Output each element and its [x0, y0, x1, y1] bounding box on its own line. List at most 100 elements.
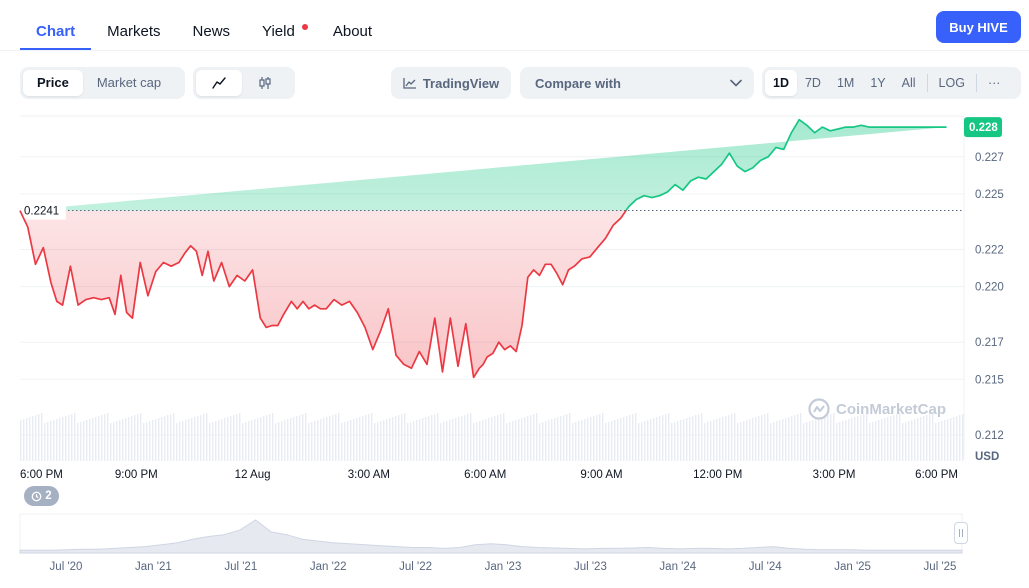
volume-bar: [446, 421, 448, 461]
volume-bar: [803, 423, 805, 461]
volume-bar: [389, 418, 391, 461]
volume-bar: [707, 422, 709, 461]
log-scale-toggle[interactable]: LOG: [931, 70, 973, 96]
volume-bar: [953, 417, 955, 461]
range-all[interactable]: All: [894, 70, 924, 96]
volume-bar: [374, 423, 376, 461]
tab-label: Chart: [36, 23, 76, 40]
volume-bar: [461, 416, 463, 461]
range-1d[interactable]: 1D: [765, 70, 797, 96]
volume-bar: [563, 415, 565, 461]
volume-bar: [728, 415, 730, 461]
volume-bar: [305, 413, 307, 461]
volume-bar: [770, 423, 772, 461]
volume-bar: [623, 417, 625, 461]
volume-bar: [206, 413, 208, 461]
navigator-chart[interactable]: Jul '20 Jan '21 Jul '21 Jan '22 Jul '22 Jan '…: [0, 510, 1029, 588]
volume-bar: [839, 422, 841, 461]
volume-bar: [500, 414, 502, 461]
volume-bar: [512, 421, 514, 461]
market-cap-option[interactable]: Market cap: [83, 70, 175, 96]
volume-bar: [353, 419, 355, 461]
candlestick-icon[interactable]: [242, 70, 288, 96]
tab-chart[interactable]: Chart: [20, 14, 92, 50]
volume-bar: [173, 413, 175, 461]
coinmarketcap-logo-icon: [808, 398, 830, 420]
range-1m[interactable]: 1M: [829, 70, 862, 96]
tab-label: News: [192, 23, 231, 40]
range-1y[interactable]: 1Y: [862, 70, 893, 96]
tab-news[interactable]: News: [177, 14, 247, 50]
volume-bar: [686, 418, 688, 461]
volume-bar: [767, 413, 769, 461]
events-count: 2: [45, 490, 52, 502]
line-chart-icon[interactable]: [196, 70, 242, 96]
volume-bar: [404, 413, 406, 461]
volume-bar: [920, 417, 922, 461]
navigator-handle[interactable]: [954, 522, 968, 544]
tradingview-button[interactable]: TradingView: [391, 67, 511, 99]
volume-bar: [533, 414, 535, 461]
volume-bar: [347, 421, 349, 461]
range-7d[interactable]: 7D: [797, 70, 829, 96]
volume-bar: [608, 422, 610, 461]
compare-with-select[interactable]: Compare with: [520, 67, 754, 99]
volume-bar: [857, 416, 859, 461]
volume-bar: [50, 421, 52, 461]
volume-bar: [668, 413, 670, 461]
events-badge[interactable]: 2: [24, 486, 59, 506]
price-chart[interactable]: 0.227 0.225 0.222 0.220 0.217 0.215 0.212 0.224…: [0, 112, 1029, 484]
volume-bar: [488, 418, 490, 461]
volume-bar: [683, 419, 685, 461]
volume-bar: [278, 422, 280, 461]
volume-bar: [827, 415, 829, 461]
volume-bar: [845, 420, 847, 461]
volume-bar: [788, 417, 790, 461]
volume-bar: [194, 417, 196, 461]
buy-button[interactable]: Buy HIVE: [936, 11, 1021, 43]
baseline-label: 0.2241: [24, 206, 59, 218]
volume-bar: [539, 423, 541, 461]
volume-bar: [434, 414, 436, 461]
tab-about[interactable]: About: [317, 14, 388, 50]
volume-bar: [764, 414, 766, 461]
navigator-x-tick: Jan '24: [659, 561, 696, 573]
volume-bar: [104, 414, 106, 461]
volume-bar: [146, 422, 148, 461]
volume-bar: [473, 423, 475, 461]
volume-bar: [113, 422, 115, 461]
volume-bar: [752, 418, 754, 461]
volume-bar: [275, 423, 277, 461]
volume-bar: [92, 418, 94, 461]
volume-bar: [887, 417, 889, 461]
volume-bar: [170, 414, 172, 461]
volume-bar: [239, 413, 241, 461]
volume-bar: [23, 419, 25, 461]
volume-bar: [935, 423, 937, 461]
volume-bar: [638, 423, 640, 461]
volume-bar: [416, 420, 418, 461]
volume-bar: [350, 420, 352, 461]
volume-bar: [287, 419, 289, 461]
y-tick-label: 0.222: [975, 244, 1004, 256]
volume-bar: [572, 423, 574, 461]
area-fill-down: [20, 210, 627, 378]
volume-bar: [392, 417, 394, 461]
price-option[interactable]: Price: [23, 70, 83, 96]
volume-bar: [203, 414, 205, 461]
volume-bar: [431, 415, 433, 461]
volume-bar: [302, 414, 304, 461]
volume-bar: [941, 421, 943, 461]
tab-yield[interactable]: Yield: [246, 14, 317, 50]
volume-bar: [932, 413, 934, 461]
chart-type-toggle: [193, 67, 295, 99]
navigator-x-tick: Jul '24: [749, 561, 782, 573]
volume-bar: [749, 419, 751, 461]
volume-bar: [86, 420, 88, 461]
volume-bar: [284, 420, 286, 461]
volume-bar: [323, 418, 325, 461]
volume-bar: [362, 416, 364, 461]
more-options-button[interactable]: ···: [980, 70, 1009, 96]
volume-bar: [230, 416, 232, 461]
tab-markets[interactable]: Markets: [91, 14, 176, 50]
